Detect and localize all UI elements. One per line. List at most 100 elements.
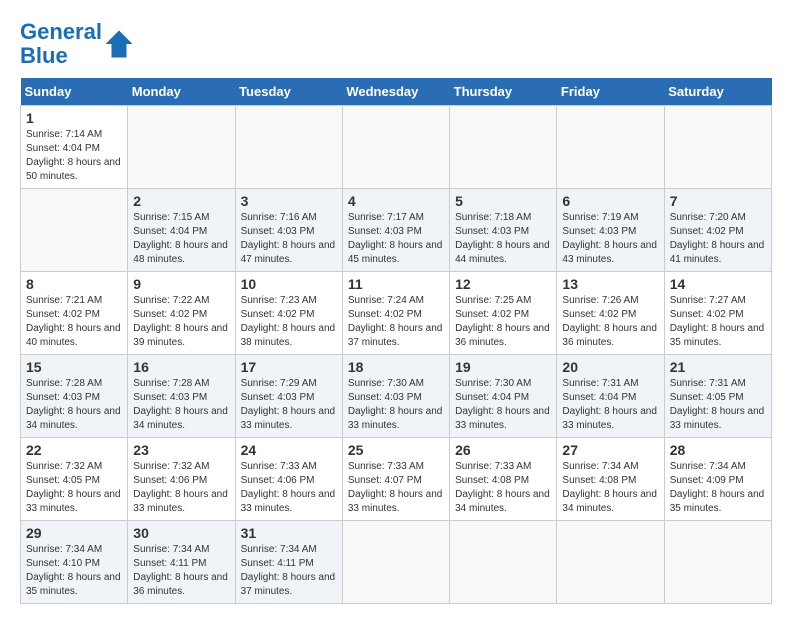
day-number: 16 [133,359,229,375]
day-info: Sunrise: 7:33 AM Sunset: 4:06 PM Dayligh… [241,461,336,514]
day-info: Sunrise: 7:25 AM Sunset: 4:02 PM Dayligh… [455,295,550,348]
day-info: Sunrise: 7:15 AM Sunset: 4:04 PM Dayligh… [133,212,228,265]
calendar-week-3: 15Sunrise: 7:28 AM Sunset: 4:03 PM Dayli… [21,355,772,438]
calendar-cell: 20 Sunrise: 7:31 AM Sunset: 4:04 PM Dayli… [557,355,664,438]
day-info: Sunrise: 7:29 AM Sunset: 4:03 PM Dayligh… [241,378,336,431]
calendar-week-0: 1Sunrise: 7:14 AM Sunset: 4:04 PM Daylig… [21,106,772,189]
calendar-cell: 16Sunrise: 7:28 AM Sunset: 4:03 PM Dayli… [128,355,235,438]
day-number: 24 [241,442,337,458]
calendar-cell [557,106,664,189]
day-number: 2 [133,193,229,209]
calendar-week-5: 29 Sunrise: 7:34 AM Sunset: 4:10 PM Dayli… [21,521,772,604]
calendar-cell: 6Sunrise: 7:19 AM Sunset: 4:03 PM Daylig… [557,189,664,272]
calendar-cell: 29 Sunrise: 7:34 AM Sunset: 4:10 PM Dayli… [21,521,128,604]
calendar-cell: 28Sunrise: 7:34 AM Sunset: 4:09 PM Dayli… [664,438,771,521]
column-headers: SundayMondayTuesdayWednesdayThursdayFrid… [21,78,772,106]
calendar-cell [342,106,449,189]
logo-text: GeneralBlue [20,20,102,68]
day-number: 29 [26,525,122,541]
calendar-cell [664,521,771,604]
calendar-cell: 8Sunrise: 7:21 AM Sunset: 4:02 PM Daylig… [21,272,128,355]
calendar-cell: 5 Sunrise: 7:18 AM Sunset: 4:03 PM Daylig… [450,189,557,272]
day-number: 5 [455,193,551,209]
day-info: Sunrise: 7:32 AM Sunset: 4:05 PM Dayligh… [26,461,121,514]
day-info: Sunrise: 7:34 AM Sunset: 4:11 PM Dayligh… [133,544,228,597]
calendar-cell [21,189,128,272]
calendar-cell [128,106,235,189]
calendar-cell: 31 Sunrise: 7:34 AM Sunset: 4:11 PM Dayli… [235,521,342,604]
day-number: 7 [670,193,766,209]
calendar-cell: 25 Sunrise: 7:33 AM Sunset: 4:07 PM Dayli… [342,438,449,521]
day-info: Sunrise: 7:33 AM Sunset: 4:07 PM Dayligh… [348,461,443,514]
calendar-cell: 30 Sunrise: 7:34 AM Sunset: 4:11 PM Dayli… [128,521,235,604]
col-header-saturday: Saturday [664,78,771,106]
calendar-cell: 18 Sunrise: 7:30 AM Sunset: 4:03 PM Dayli… [342,355,449,438]
calendar-cell: 7Sunrise: 7:20 AM Sunset: 4:02 PM Daylig… [664,189,771,272]
day-info: Sunrise: 7:32 AM Sunset: 4:06 PM Dayligh… [133,461,228,514]
col-header-monday: Monday [128,78,235,106]
day-info: Sunrise: 7:24 AM Sunset: 4:02 PM Dayligh… [348,295,443,348]
col-header-wednesday: Wednesday [342,78,449,106]
col-header-thursday: Thursday [450,78,557,106]
calendar-cell: 19Sunrise: 7:30 AM Sunset: 4:04 PM Dayli… [450,355,557,438]
logo: GeneralBlue [20,20,134,68]
day-number: 8 [26,276,122,292]
calendar-cell: 27 Sunrise: 7:34 AM Sunset: 4:08 PM Dayli… [557,438,664,521]
day-info: Sunrise: 7:18 AM Sunset: 4:03 PM Dayligh… [455,212,550,265]
day-number: 23 [133,442,229,458]
col-header-friday: Friday [557,78,664,106]
calendar-cell: 1Sunrise: 7:14 AM Sunset: 4:04 PM Daylig… [21,106,128,189]
calendar-cell: 22Sunrise: 7:32 AM Sunset: 4:05 PM Dayli… [21,438,128,521]
day-info: Sunrise: 7:34 AM Sunset: 4:10 PM Dayligh… [26,544,121,597]
day-number: 20 [562,359,658,375]
day-info: Sunrise: 7:34 AM Sunset: 4:11 PM Dayligh… [241,544,336,597]
day-number: 30 [133,525,229,541]
calendar-cell: 9 Sunrise: 7:22 AM Sunset: 4:02 PM Daylig… [128,272,235,355]
day-number: 11 [348,276,444,292]
day-number: 4 [348,193,444,209]
calendar-cell: 17Sunrise: 7:29 AM Sunset: 4:03 PM Dayli… [235,355,342,438]
calendar-cell: 23 Sunrise: 7:32 AM Sunset: 4:06 PM Dayli… [128,438,235,521]
logo-icon [104,29,134,59]
calendar-cell: 11 Sunrise: 7:24 AM Sunset: 4:02 PM Dayli… [342,272,449,355]
day-info: Sunrise: 7:30 AM Sunset: 4:03 PM Dayligh… [348,378,443,431]
day-number: 10 [241,276,337,292]
calendar-cell: 24 Sunrise: 7:33 AM Sunset: 4:06 PM Dayli… [235,438,342,521]
calendar-cell [450,106,557,189]
calendar-cell [557,521,664,604]
day-number: 12 [455,276,551,292]
day-info: Sunrise: 7:31 AM Sunset: 4:05 PM Dayligh… [670,378,765,431]
day-number: 31 [241,525,337,541]
calendar-cell [664,106,771,189]
calendar-cell: 10Sunrise: 7:23 AM Sunset: 4:02 PM Dayli… [235,272,342,355]
day-number: 13 [562,276,658,292]
day-info: Sunrise: 7:19 AM Sunset: 4:03 PM Dayligh… [562,212,657,265]
day-info: Sunrise: 7:30 AM Sunset: 4:04 PM Dayligh… [455,378,550,431]
col-header-tuesday: Tuesday [235,78,342,106]
calendar-cell [235,106,342,189]
day-info: Sunrise: 7:14 AM Sunset: 4:04 PM Dayligh… [26,129,121,182]
day-info: Sunrise: 7:17 AM Sunset: 4:03 PM Dayligh… [348,212,443,265]
day-info: Sunrise: 7:33 AM Sunset: 4:08 PM Dayligh… [455,461,550,514]
day-number: 27 [562,442,658,458]
day-info: Sunrise: 7:28 AM Sunset: 4:03 PM Dayligh… [26,378,121,431]
calendar-cell: 4 Sunrise: 7:17 AM Sunset: 4:03 PM Daylig… [342,189,449,272]
day-info: Sunrise: 7:34 AM Sunset: 4:08 PM Dayligh… [562,461,657,514]
day-info: Sunrise: 7:31 AM Sunset: 4:04 PM Dayligh… [562,378,657,431]
day-info: Sunrise: 7:27 AM Sunset: 4:02 PM Dayligh… [670,295,765,348]
day-info: Sunrise: 7:16 AM Sunset: 4:03 PM Dayligh… [241,212,336,265]
day-number: 9 [133,276,229,292]
day-number: 25 [348,442,444,458]
day-number: 14 [670,276,766,292]
calendar-cell: 12 Sunrise: 7:25 AM Sunset: 4:02 PM Dayli… [450,272,557,355]
calendar-cell: 15Sunrise: 7:28 AM Sunset: 4:03 PM Dayli… [21,355,128,438]
day-info: Sunrise: 7:26 AM Sunset: 4:02 PM Dayligh… [562,295,657,348]
calendar-week-1: 2 Sunrise: 7:15 AM Sunset: 4:04 PM Daylig… [21,189,772,272]
calendar-cell: 14 Sunrise: 7:27 AM Sunset: 4:02 PM Dayli… [664,272,771,355]
day-number: 3 [241,193,337,209]
day-info: Sunrise: 7:22 AM Sunset: 4:02 PM Dayligh… [133,295,228,348]
calendar-cell [342,521,449,604]
calendar-table: SundayMondayTuesdayWednesdayThursdayFrid… [20,78,772,604]
day-number: 21 [670,359,766,375]
day-number: 18 [348,359,444,375]
